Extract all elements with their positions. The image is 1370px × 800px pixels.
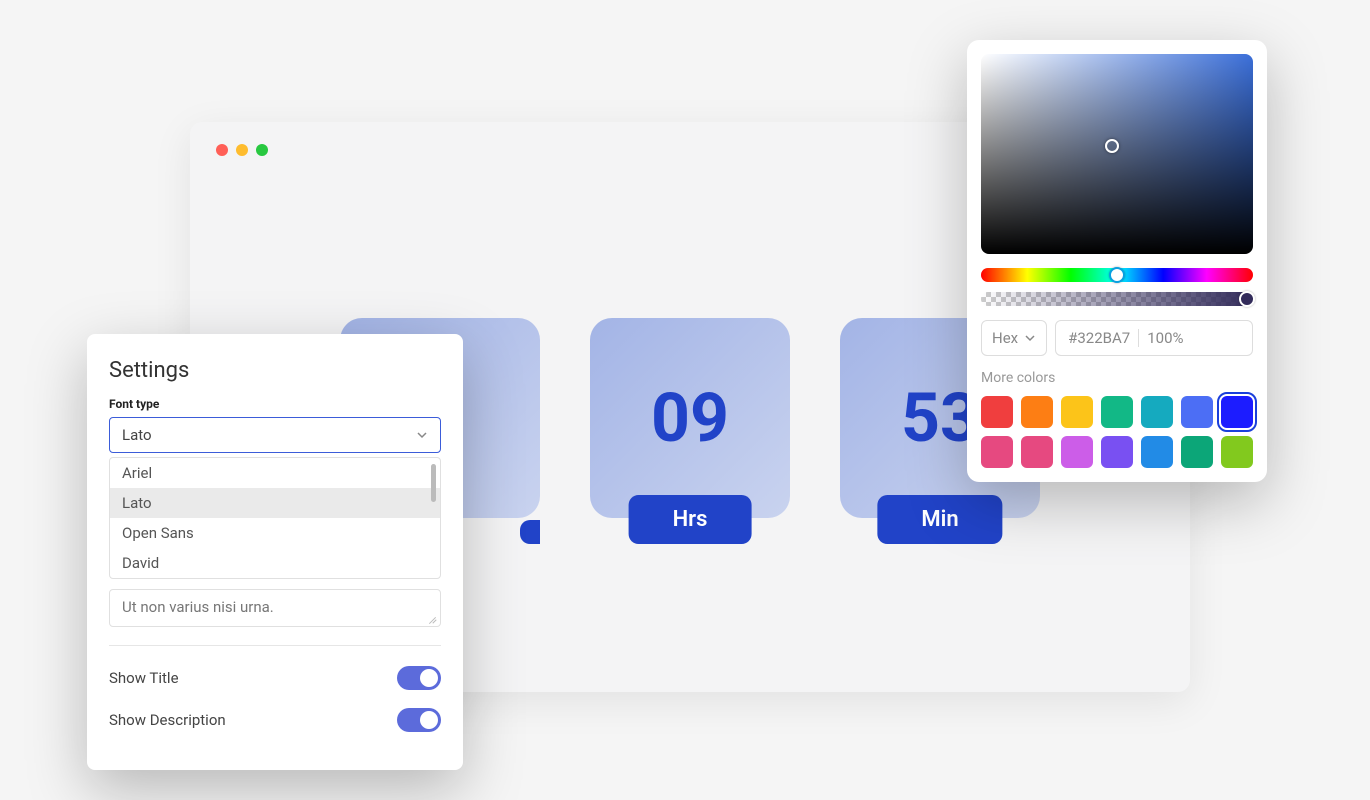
- color-swatch[interactable]: [1061, 436, 1093, 468]
- sv-cursor-icon[interactable]: [1105, 139, 1119, 153]
- show-title-row: Show Title: [87, 666, 463, 708]
- font-dropdown: Ariel Lato Open Sans David: [109, 457, 441, 579]
- color-swatch[interactable]: [1141, 436, 1173, 468]
- color-swatch[interactable]: [1021, 436, 1053, 468]
- settings-panel: Settings Font type Lato Ariel Lato Open …: [87, 334, 463, 770]
- swatch-grid: [981, 396, 1253, 468]
- font-option-ariel[interactable]: Ariel: [110, 458, 440, 488]
- color-swatch[interactable]: [1021, 396, 1053, 428]
- format-value: Hex: [992, 329, 1018, 347]
- countdown-value: 09: [651, 378, 729, 458]
- color-swatch[interactable]: [1181, 396, 1213, 428]
- color-swatch[interactable]: [981, 396, 1013, 428]
- font-type-label: Font type: [87, 397, 463, 417]
- countdown-label: Hrs: [629, 495, 752, 544]
- divider: [1138, 329, 1139, 347]
- scrollbar[interactable]: [431, 464, 436, 502]
- show-description-toggle[interactable]: [397, 708, 441, 732]
- alpha-cursor-icon[interactable]: [1239, 291, 1255, 307]
- color-swatch[interactable]: [1181, 436, 1213, 468]
- hue-cursor-icon[interactable]: [1109, 267, 1125, 283]
- color-picker-panel: Hex #322BA7 100% More colors: [967, 40, 1267, 482]
- divider: [109, 645, 441, 646]
- hue-slider[interactable]: [981, 268, 1253, 282]
- hex-value: #322BA7: [1068, 329, 1130, 347]
- show-description-row: Show Description: [87, 708, 463, 750]
- maximize-icon[interactable]: [256, 144, 268, 156]
- countdown-label: Min: [877, 495, 1002, 544]
- chevron-down-icon: [416, 429, 428, 441]
- font-select[interactable]: Lato: [109, 417, 441, 453]
- hex-input[interactable]: #322BA7 100%: [1055, 320, 1253, 356]
- color-swatch[interactable]: [1101, 396, 1133, 428]
- toggle-label: Show Title: [109, 669, 179, 687]
- color-swatch[interactable]: [1101, 436, 1133, 468]
- font-option-open-sans[interactable]: Open Sans: [110, 518, 440, 548]
- font-option-david[interactable]: David: [110, 548, 440, 578]
- description-textarea[interactable]: Ut non varius nisi urna.: [109, 589, 441, 627]
- color-swatch[interactable]: [1141, 396, 1173, 428]
- close-icon[interactable]: [216, 144, 228, 156]
- textarea-value: Ut non varius nisi urna.: [122, 598, 274, 616]
- countdown-card-hours: 09 Hrs: [590, 318, 790, 518]
- toggle-label: Show Description: [109, 711, 226, 729]
- font-option-lato[interactable]: Lato: [110, 488, 440, 518]
- settings-title: Settings: [87, 358, 463, 397]
- chevron-down-icon: [1024, 332, 1036, 344]
- color-swatch[interactable]: [981, 436, 1013, 468]
- resize-handle-icon[interactable]: [426, 612, 438, 624]
- alpha-slider[interactable]: [981, 292, 1253, 306]
- opacity-value: 100%: [1147, 329, 1183, 347]
- saturation-value-canvas[interactable]: [981, 54, 1253, 254]
- countdown-label: [520, 520, 540, 544]
- color-swatch[interactable]: [1061, 396, 1093, 428]
- color-format-select[interactable]: Hex: [981, 320, 1047, 356]
- font-select-value: Lato: [122, 426, 152, 444]
- more-colors-label: More colors: [981, 370, 1253, 386]
- color-swatch[interactable]: [1221, 436, 1253, 468]
- minimize-icon[interactable]: [236, 144, 248, 156]
- color-swatch[interactable]: [1221, 396, 1253, 428]
- show-title-toggle[interactable]: [397, 666, 441, 690]
